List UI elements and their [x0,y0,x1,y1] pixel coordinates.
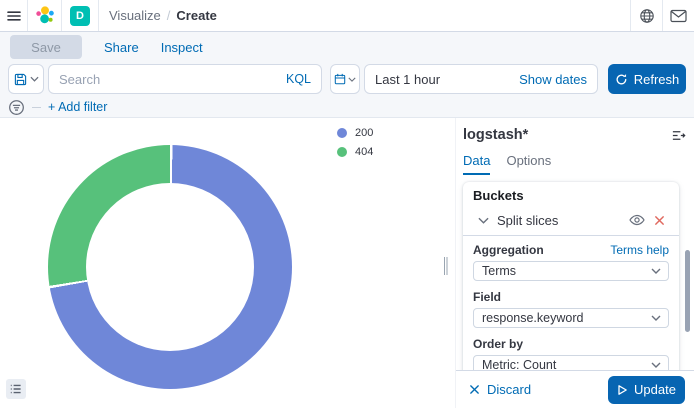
inspect-link[interactable]: Inspect [161,40,203,55]
order-by-label: Order by [473,337,523,351]
elastic-logo-button[interactable] [28,0,62,31]
play-icon [617,384,628,396]
sidebar-footer: Discard Update [456,370,694,408]
time-range-value[interactable]: Last 1 hour [375,72,519,87]
menu-button[interactable] [0,0,28,31]
field-value: response.keyword [482,311,583,325]
legend-color-dot [337,147,347,157]
chevron-down-icon [348,77,356,82]
query-bar: Search KQL Last 1 hour Show dates [0,62,694,96]
globe-icon [639,8,655,24]
legend-label: 404 [355,146,373,158]
aggregation-group: Aggregation Terms help Terms [473,243,669,281]
aggregation-value: Terms [482,264,516,278]
filter-bar: + Add filter [0,96,694,118]
hamburger-menu-icon [6,8,22,24]
buckets-panel: Buckets Split slices [463,182,679,387]
visualize-toolbar: Save Share Inspect [0,32,694,62]
chevron-down-icon [651,362,661,368]
filter-bar-divider [32,107,41,108]
sidebar-tabs: Data Options [463,153,694,175]
terms-help-link[interactable]: Terms help [610,243,669,257]
elastic-logo-icon [34,5,56,27]
split-slices-label: Split slices [497,213,558,228]
breadcrumb-separator: / [167,8,171,23]
header-spacer [217,0,630,31]
app-toolbar-area: Save Share Inspect Search KQL [0,32,694,118]
discard-label: Discard [487,382,531,397]
chevron-down-icon [478,217,489,224]
update-label: Update [634,382,676,397]
remove-bucket-button[interactable] [654,215,665,226]
update-button[interactable]: Update [608,376,685,404]
share-link[interactable]: Share [104,40,139,55]
refresh-icon [615,73,628,86]
main-content: 200404 logstash* Data Options B [0,118,694,408]
breadcrumb-create: Create [176,8,216,23]
add-filter-button[interactable]: + Add filter [48,100,107,114]
sidebar-scrollbar[interactable] [685,250,690,332]
refresh-button[interactable]: Refresh [608,64,686,94]
donut-hole [86,183,254,351]
query-language-button[interactable]: KQL [286,72,311,86]
chevron-down-icon [30,76,39,82]
show-dates-button[interactable]: Show dates [519,72,587,87]
tab-options[interactable]: Options [506,153,551,175]
save-button[interactable]: Save [10,35,82,59]
floppy-disk-icon [14,73,27,86]
chart-legend: 200 404 [337,127,373,158]
help-globe-button[interactable] [630,0,662,31]
search-input[interactable]: Search KQL [48,64,322,94]
index-pattern-title: logstash* [463,127,528,143]
list-icon [10,383,22,395]
legend-item[interactable]: 200 [337,127,373,139]
mail-icon [670,9,687,23]
newsfeed-button[interactable] [662,0,694,31]
collapse-sidebar-button[interactable] [671,128,686,143]
time-range-control[interactable]: Last 1 hour Show dates [364,64,598,94]
saved-query-menu-button[interactable] [8,64,44,94]
date-picker-menu-button[interactable] [330,64,360,94]
eye-icon [629,214,645,226]
legend-item[interactable]: 404 [337,146,373,158]
field-group: Field response.keyword [473,290,669,328]
legend-color-dot [337,128,347,138]
panel-resize-handle[interactable] [444,257,449,275]
refresh-label: Refresh [634,72,680,87]
search-placeholder: Search [59,72,278,87]
tab-data[interactable]: Data [463,153,490,175]
chevron-down-icon [651,268,661,274]
donut-chart[interactable] [48,145,292,389]
remove-x-icon [654,215,665,226]
split-slices-row[interactable]: Split slices [473,211,669,229]
breadcrumb: Visualize / Create [99,0,217,31]
toggle-visibility-button[interactable] [629,214,645,226]
filter-circle-icon[interactable] [8,99,25,116]
collapse-right-icon [671,128,686,143]
legend-label: 200 [355,127,373,139]
close-icon [469,384,480,395]
field-select[interactable]: response.keyword [473,308,669,328]
discard-button[interactable]: Discard [469,382,531,397]
buckets-heading: Buckets [473,189,669,203]
calendar-icon [334,73,346,85]
space-badge: D [70,6,90,26]
editor-sidebar: logstash* Data Options Buckets Split sli… [455,118,694,408]
field-label: Field [473,290,501,304]
sidebar-header: logstash* [456,118,694,143]
aggregation-label: Aggregation [473,243,544,257]
chevron-down-icon [651,315,661,321]
divider [463,235,679,236]
space-switcher[interactable]: D [62,0,99,31]
app-header: D Visualize / Create [0,0,694,32]
breadcrumb-visualize[interactable]: Visualize [109,8,161,23]
aggregation-select[interactable]: Terms [473,261,669,281]
legend-toggle-button[interactable] [6,379,26,399]
